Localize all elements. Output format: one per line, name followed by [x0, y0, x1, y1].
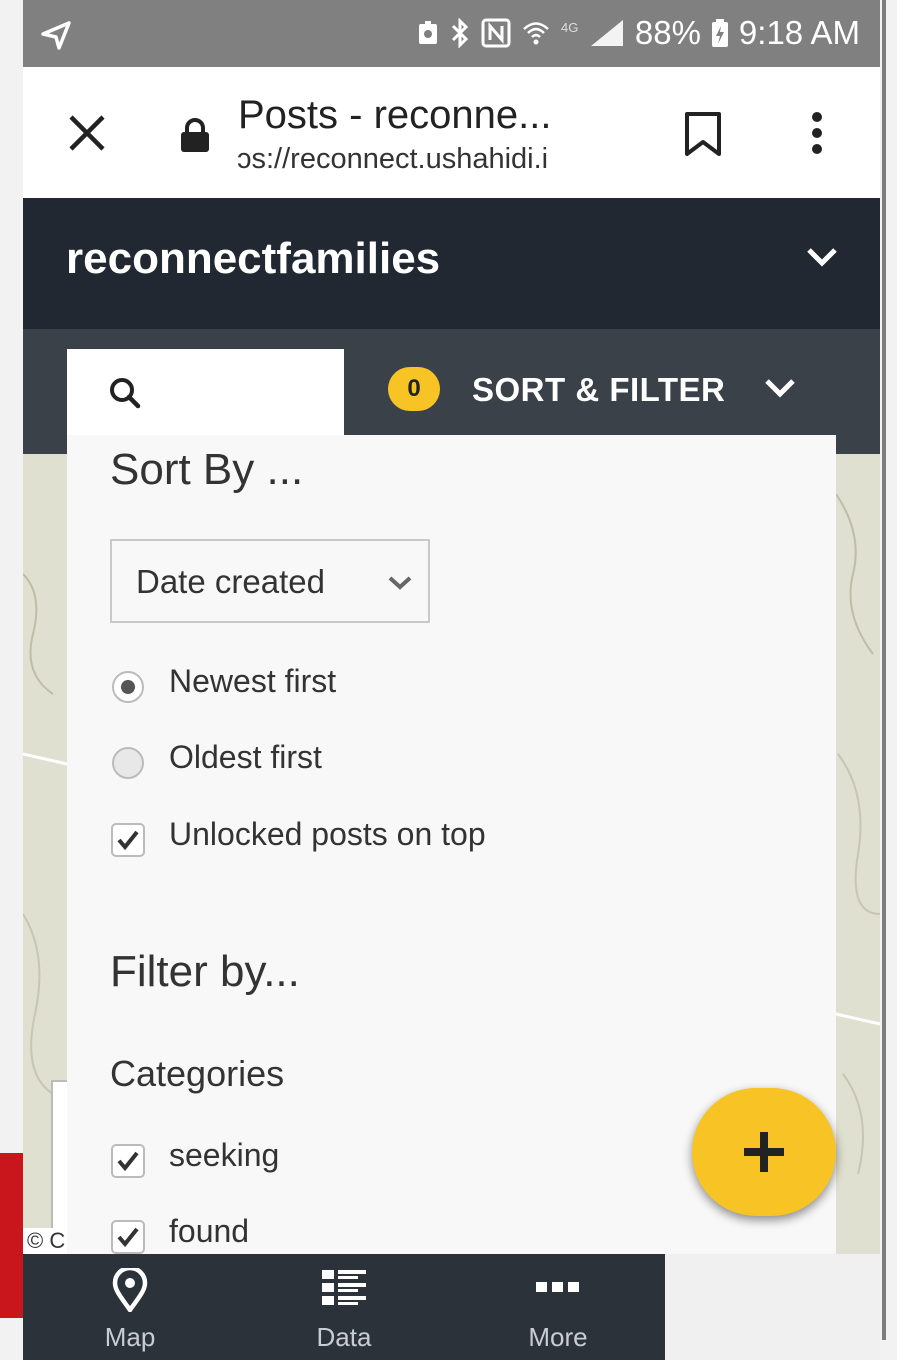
list-icon	[322, 1270, 366, 1305]
battery-charging-icon	[711, 19, 728, 47]
nav-item-more[interactable]: More	[451, 1254, 665, 1360]
background-red-strip	[0, 1153, 23, 1318]
page-title[interactable]: Posts - reconne...	[238, 93, 551, 138]
sort-filter-label: SORT & FILTER	[472, 371, 726, 408]
page-url[interactable]: ɔs://reconnect.ushahidi.i	[237, 143, 548, 176]
newest-first-label: Newest first	[169, 663, 337, 699]
chevron-down-icon	[765, 379, 795, 398]
checkbox-checked[interactable]	[110, 1219, 146, 1254]
close-tab-icon[interactable]	[65, 111, 109, 155]
bottom-blank-area	[665, 1254, 880, 1360]
nfc-icon	[481, 18, 511, 48]
sort-heading: Sort By ...	[110, 445, 304, 494]
bottom-navigation: Map Data More	[23, 1254, 665, 1360]
nav-label-more: More	[528, 1322, 588, 1352]
deployment-name[interactable]: reconnectfamilies	[66, 234, 440, 284]
filter-count-badge: 0	[388, 367, 440, 411]
browser-toolbar: Posts - reconne... ɔs://reconnect.ushahi…	[23, 67, 880, 198]
overflow-menu-icon[interactable]	[809, 111, 825, 155]
device-frame-right	[880, 0, 897, 1360]
status-bar: 4G 88% 9:18 AM	[23, 0, 880, 67]
bluetooth-icon	[451, 18, 468, 48]
filter-heading: Filter by...	[110, 947, 300, 996]
navigation-arrow-icon	[41, 21, 71, 50]
checkbox-checked[interactable]	[110, 822, 146, 858]
category-label: seeking	[169, 1137, 280, 1173]
nav-item-map[interactable]: Map	[23, 1254, 237, 1360]
nav-label-map: Map	[104, 1322, 156, 1352]
search-icon	[110, 378, 141, 409]
wifi-icon	[523, 22, 549, 45]
more-dots-icon	[536, 1282, 579, 1292]
nav-item-data[interactable]: Data	[237, 1254, 451, 1360]
svg-text:4G: 4G	[561, 20, 578, 35]
radio-unselected[interactable]	[110, 745, 146, 781]
clock: 9:18 AM	[738, 14, 860, 51]
battery-percent: 88%	[634, 14, 701, 51]
battery-saver-icon	[418, 21, 437, 44]
sort-filter-button[interactable]: 0 SORT & FILTER	[344, 349, 836, 435]
nav-label-data: Data	[316, 1322, 372, 1352]
sort-field-value: Date created	[136, 563, 325, 600]
categories-heading: Categories	[110, 1053, 285, 1094]
app-header: reconnectfamilies	[23, 198, 880, 329]
checkbox-checked[interactable]	[110, 1143, 146, 1179]
radio-selected[interactable]	[110, 669, 146, 705]
chevron-down-icon[interactable]	[806, 246, 838, 268]
oldest-first-label: Oldest first	[169, 739, 322, 775]
map-pin-icon	[112, 1268, 148, 1312]
bookmark-icon[interactable]	[683, 111, 723, 157]
category-label: found	[169, 1213, 250, 1249]
unlocked-on-top-label: Unlocked posts on top	[169, 816, 486, 852]
plus-icon	[744, 1132, 784, 1172]
sort-field-select[interactable]: Date created	[110, 539, 430, 623]
lock-icon[interactable]	[178, 117, 212, 153]
chevron-down-icon	[388, 576, 412, 590]
search-input[interactable]	[67, 349, 344, 435]
phone-screen: 4G 88% 9:18 AM Posts - reconne... ɔs://r…	[23, 0, 880, 1360]
map-attribution[interactable]: © C	[23, 1228, 70, 1254]
add-post-button[interactable]	[692, 1088, 836, 1216]
lte-signal-icon: 4G	[561, 20, 623, 46]
